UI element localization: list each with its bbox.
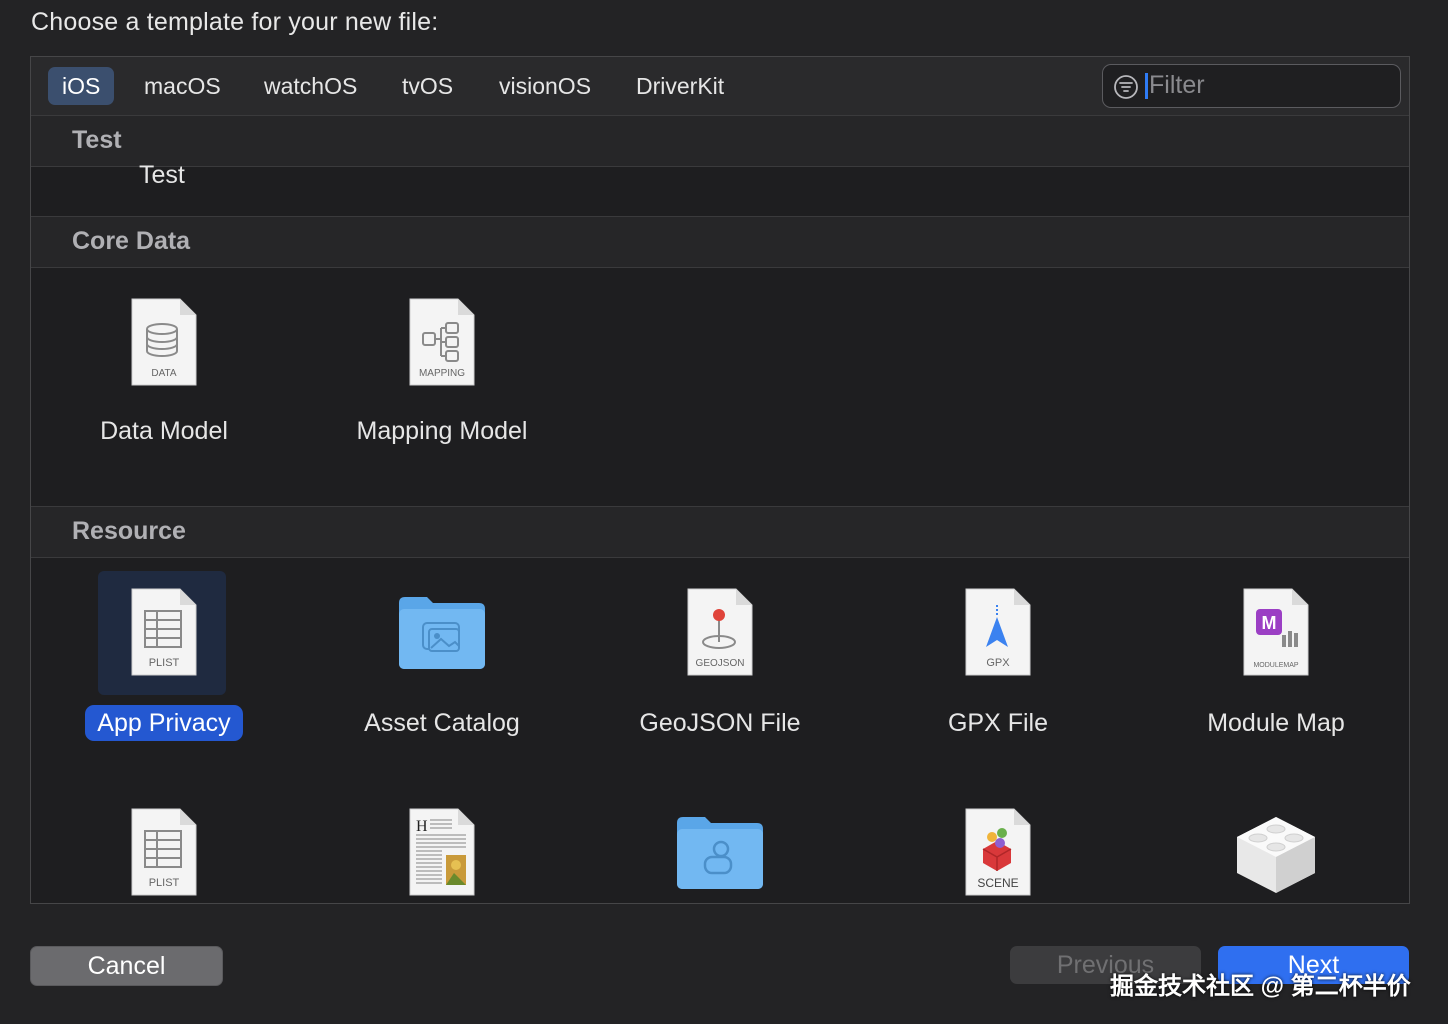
file-badge-gpx: GPX — [986, 657, 1010, 669]
plist-document-icon: PLIST — [131, 808, 197, 896]
template-item-asset-catalog[interactable]: Asset Catalog — [342, 587, 542, 777]
file-badge-data: DATA — [151, 368, 177, 379]
rich-text-document-icon: H — [409, 808, 475, 896]
database-document-icon: DATA — [131, 298, 197, 386]
plist-document-icon: PLIST — [131, 588, 197, 676]
filter-input[interactable] — [1149, 69, 1389, 101]
selected-label-app-privacy: App Privacy — [85, 705, 243, 741]
section-title-core-data: Core Data — [72, 227, 191, 255]
modulemap-document-icon: M MODULEMAP — [1243, 588, 1309, 676]
cancel-button[interactable]: Cancel — [30, 946, 223, 986]
mapping-document-icon: MAPPING — [409, 298, 475, 386]
template-item-gpx-file[interactable]: GPX GPX File — [898, 587, 1098, 777]
file-badge-modulemap: MODULEMAP — [1253, 662, 1298, 669]
template-item-plist[interactable]: PLIST — [64, 807, 264, 903]
template-item-mapping-model[interactable]: MAPPING Mapping Model — [342, 297, 542, 477]
template-item-rich-text[interactable]: H — [342, 807, 542, 903]
section-header-core-data: Core Data — [31, 216, 1409, 268]
section-header-test: Test — [31, 115, 1409, 167]
dialog-title: Choose a template for your new file: — [31, 8, 439, 36]
template-item-module-map[interactable]: M MODULEMAP Module Map — [1176, 587, 1376, 777]
tab-watchos[interactable]: watchOS — [250, 67, 371, 105]
filter-field[interactable] — [1102, 64, 1401, 108]
template-item-test[interactable]: Test — [139, 161, 185, 190]
folder-icon — [677, 817, 763, 889]
geojson-document-icon: GEOJSON — [687, 588, 753, 676]
section-title-test: Test — [72, 126, 122, 154]
file-badge-plist: PLIST — [149, 657, 180, 669]
tab-driverkit[interactable]: DriverKit — [622, 67, 738, 105]
template-label: GeoJSON File — [639, 709, 801, 737]
template-label: Data Model — [100, 417, 228, 445]
template-label: GPX File — [947, 709, 1049, 737]
template-panel: iOS macOS watchOS tvOS visionOS DriverKi… — [30, 56, 1410, 904]
filter-icon — [1114, 75, 1138, 99]
tab-tvos[interactable]: tvOS — [388, 67, 467, 105]
scene-document-icon: SCENE — [965, 808, 1031, 896]
file-badge-geojson: GEOJSON — [696, 658, 745, 669]
template-label: Mapping Model — [356, 417, 528, 445]
tab-visionos[interactable]: visionOS — [485, 67, 605, 105]
section-title-resource: Resource — [72, 517, 186, 545]
lego-brick-icon — [1237, 817, 1315, 893]
template-label: App Privacy — [31, 705, 304, 741]
template-item-geojson-file[interactable]: GEOJSON GeoJSON File — [620, 587, 820, 777]
file-badge-mapping: MAPPING — [419, 368, 465, 379]
template-label: Module Map — [1207, 709, 1345, 737]
template-item-lego[interactable] — [1176, 807, 1376, 903]
template-label: Asset Catalog — [364, 709, 520, 737]
template-item-scene[interactable]: SCENE — [898, 807, 1098, 903]
gpx-document-icon: GPX — [965, 588, 1031, 676]
asset-folder-icon — [399, 597, 485, 669]
tab-ios[interactable]: iOS — [48, 67, 115, 105]
svg-text:M: M — [1262, 613, 1277, 633]
template-item-data-model[interactable]: DATA Data Model — [64, 297, 264, 477]
template-item-folder[interactable] — [620, 807, 820, 903]
section-header-resource: Resource — [31, 506, 1409, 558]
platform-tab-bar: iOS macOS watchOS tvOS visionOS DriverKi… — [31, 57, 1409, 116]
file-badge-plist: PLIST — [149, 877, 180, 889]
svg-text:H: H — [416, 818, 428, 835]
watermark: 掘金技术社区 @ 第二杯半价 — [1110, 973, 1411, 1000]
tab-macos[interactable]: macOS — [130, 67, 235, 105]
template-item-app-privacy[interactable]: PLIST App Privacy — [64, 571, 264, 777]
text-caret — [1145, 73, 1148, 99]
file-badge-scene: SCENE — [977, 876, 1018, 890]
